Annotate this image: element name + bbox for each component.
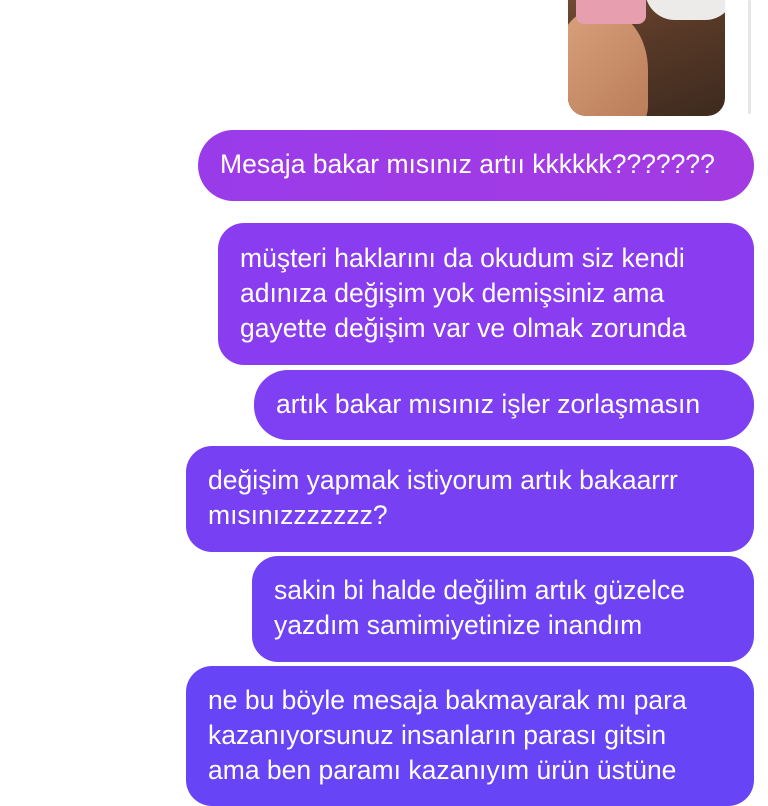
message-text: sakin bi halde değilim artık güzelce <box>274 575 685 605</box>
photo-region <box>576 0 646 24</box>
message-text: gayette değişim var ve olmak zorunda <box>240 313 687 343</box>
message-text: müşteri haklarını da okudum siz kendi <box>240 243 685 273</box>
message-text: değişim yapmak istiyorum artık bakaarrr <box>208 465 678 495</box>
message-text: yazdım samimiyetinize inandım <box>274 610 643 640</box>
message-text: ne bu böyle mesaja bakmayarak mı para <box>208 685 687 715</box>
message-bubble[interactable]: ne bu böyle mesaja bakmayarak mı para ka… <box>186 666 754 806</box>
message-bubble[interactable]: müşteri haklarını da okudum siz kendi ad… <box>218 223 754 365</box>
message-text: Mesaja bakar mısınız artıı kkkkkk??????? <box>220 149 715 179</box>
photo-region <box>568 10 648 116</box>
scrollbar[interactable] <box>748 0 751 114</box>
shared-photo-message[interactable] <box>568 0 725 116</box>
message-text: artık bakar mısınız işler zorlaşmasın <box>276 389 701 419</box>
message-bubble[interactable]: sakin bi halde değilim artık güzelce yaz… <box>252 556 754 662</box>
photo-region <box>645 0 725 20</box>
message-text: adınıza değişim yok demişsiniz ama <box>240 278 665 308</box>
message-text: kazanıyorsunuz insanların parası gitsin <box>208 720 667 750</box>
message-text: mısınızzzzzzz? <box>208 500 388 530</box>
message-bubble[interactable]: Mesaja bakar mısınız artıı kkkkkk??????? <box>198 130 754 201</box>
message-bubble[interactable]: değişim yapmak istiyorum artık bakaarrr … <box>186 446 754 552</box>
message-text: ama ben paramı kazanıyım ürün üstüne <box>208 755 677 785</box>
message-bubble[interactable]: artık bakar mısınız işler zorlaşmasın <box>254 370 754 440</box>
